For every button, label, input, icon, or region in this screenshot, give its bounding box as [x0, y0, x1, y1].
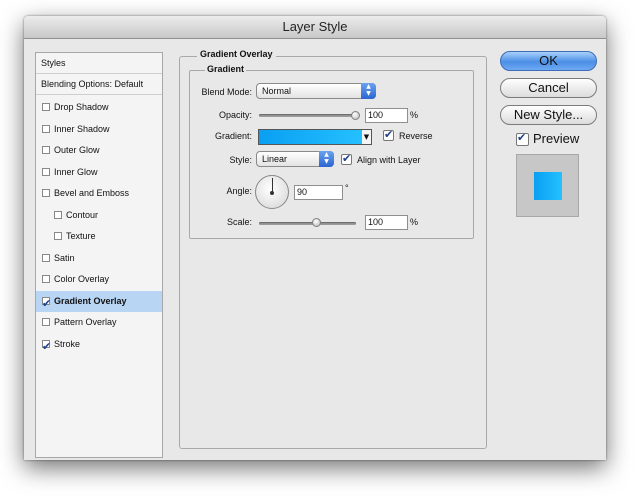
effect-checkbox[interactable]	[42, 124, 50, 133]
effect-label: Inner Glow	[54, 166, 98, 177]
style-label: Style:	[229, 155, 252, 165]
effect-label: Color Overlay	[54, 274, 110, 284]
effect-item[interactable]: Texture	[36, 226, 162, 247]
align-with-layer-checkbox[interactable]	[341, 152, 352, 165]
style-value: Linear	[262, 154, 288, 164]
effect-label: Contour	[66, 209, 99, 220]
opacity-label: Opacity:	[218, 110, 252, 120]
opacity-input[interactable]: 100	[365, 108, 408, 123]
ok-button[interactable]: OK	[500, 51, 597, 71]
gradient-label: Gradient:	[214, 131, 252, 141]
preview-thumbnail	[516, 154, 579, 217]
blend-mode-select[interactable]: Normal ▲ ▼	[256, 83, 376, 99]
scale-input[interactable]: 100	[365, 215, 408, 230]
effect-checkbox[interactable]	[42, 103, 50, 111]
effect-label: Outer Glow	[54, 145, 100, 155]
effect-item[interactable]: Outer Glow	[36, 140, 162, 161]
scale-slider-track[interactable]	[259, 222, 356, 225]
gradient-group-title: Gradient	[205, 64, 247, 74]
angle-label: Angle:	[226, 186, 252, 196]
effect-item[interactable]: Drop Shadow	[36, 97, 162, 118]
dialog-title: Layer Style	[24, 16, 606, 39]
new-style-button[interactable]: New Style...	[500, 105, 597, 125]
effect-label: Bevel and Emboss	[54, 188, 130, 198]
effect-checkbox[interactable]	[42, 189, 50, 197]
angle-hub	[270, 191, 274, 195]
blend-mode-value: Normal	[262, 86, 292, 96]
preview-label: Preview	[533, 131, 580, 146]
blending-options-label: Blending Options: Default	[41, 79, 144, 89]
style-select[interactable]: Linear ▲ ▼	[256, 151, 334, 167]
effect-checkbox[interactable]	[42, 146, 50, 154]
scale-unit: %	[410, 217, 419, 227]
blending-options-item[interactable]: Blending Options: Default	[36, 74, 162, 95]
effect-label: Stroke	[54, 338, 81, 349]
opacity-slider-thumb[interactable]	[351, 111, 360, 120]
effect-item[interactable]: Stroke	[36, 334, 162, 357]
effect-item[interactable]: Inner Shadow	[36, 119, 162, 140]
effect-checkbox[interactable]	[54, 210, 62, 219]
preview-swatch	[534, 172, 562, 200]
triangle-down-icon[interactable]: ▼	[362, 129, 372, 145]
effect-checkbox[interactable]	[54, 232, 62, 240]
preview-checkbox[interactable]	[516, 131, 529, 146]
effect-item[interactable]: Satin	[36, 248, 162, 269]
effect-checkbox[interactable]	[42, 253, 50, 262]
styles-list: Styles Blending Options: Default Drop Sh…	[35, 52, 163, 458]
effect-item[interactable]: Pattern Overlay	[36, 312, 162, 333]
effect-item[interactable]: Gradient Overlay	[36, 290, 162, 314]
effect-checkbox[interactable]	[42, 293, 51, 314]
cancel-button[interactable]: Cancel	[500, 78, 597, 98]
effect-label: Satin	[54, 252, 75, 263]
effect-item[interactable]: Contour	[36, 205, 162, 226]
scale-label: Scale:	[226, 217, 252, 227]
effect-checkbox[interactable]	[42, 336, 51, 357]
angle-dial-icon[interactable]	[255, 175, 289, 209]
effect-label: Drop Shadow	[54, 102, 109, 112]
reverse-label: Reverse	[399, 131, 433, 141]
styles-header-label: Styles	[41, 58, 66, 68]
effect-checkbox[interactable]	[42, 318, 50, 326]
gradient-swatch[interactable]	[258, 129, 363, 145]
effect-label: Pattern Overlay	[54, 317, 117, 327]
effect-label: Inner Shadow	[54, 123, 110, 134]
opacity-unit: %	[410, 110, 419, 120]
blend-mode-label: Blend Mode:	[201, 87, 252, 97]
effect-item[interactable]: Inner Glow	[36, 162, 162, 183]
section-title: Gradient Overlay	[197, 49, 276, 59]
angle-unit: °	[345, 183, 349, 193]
effect-item[interactable]: Bevel and Emboss	[36, 183, 162, 204]
effect-label: Gradient Overlay	[54, 295, 127, 306]
opacity-slider-track[interactable]	[259, 114, 356, 117]
up-down-arrows-icon: ▲ ▼	[361, 83, 376, 99]
angle-input[interactable]: 90	[294, 185, 343, 200]
effect-item[interactable]: Color Overlay	[36, 269, 162, 290]
up-down-arrows-icon: ▲ ▼	[319, 151, 334, 167]
reverse-checkbox[interactable]	[383, 128, 394, 141]
align-with-layer-label: Align with Layer	[357, 155, 421, 165]
effect-checkbox[interactable]	[42, 275, 50, 283]
effect-checkbox[interactable]	[42, 167, 50, 176]
effect-label: Texture	[66, 231, 96, 241]
styles-header[interactable]: Styles	[36, 53, 162, 74]
